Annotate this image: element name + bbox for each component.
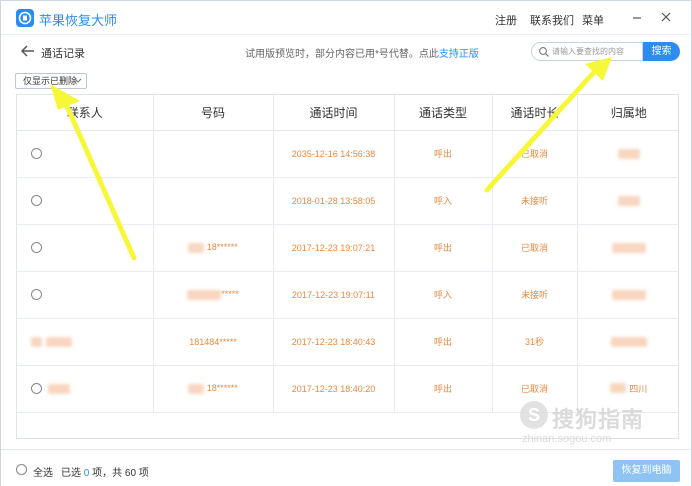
call-time-cell: 2035-12-16 14:56:38 bbox=[273, 130, 395, 178]
selected-suffix: 项，共 60 项 bbox=[89, 468, 149, 479]
close-icon[interactable] bbox=[658, 9, 674, 25]
app-window: 苹果恢复大师 注册 联系我们 菜单 通话记录 试用版预览时，部分内容已用*号代替… bbox=[0, 0, 692, 486]
number-cell: 18****** bbox=[153, 224, 274, 272]
select-all-label[interactable]: 全选 bbox=[33, 464, 53, 479]
table-row[interactable]: 18****** 2017-12-23 19:07:21 呼出 已取消 bbox=[17, 224, 678, 272]
row-select-radio-blurred[interactable] bbox=[31, 336, 42, 347]
call-duration-cell: 已取消 bbox=[492, 365, 578, 413]
location-blurred bbox=[617, 148, 640, 159]
app-title: 苹果恢复大师 bbox=[39, 13, 118, 28]
minimize-icon[interactable] bbox=[629, 9, 645, 25]
header-call-time[interactable]: 通话时间 bbox=[273, 95, 395, 131]
call-time-cell: 2017-12-23 19:07:21 bbox=[273, 224, 395, 272]
location-cell bbox=[577, 224, 678, 272]
header-call-duration[interactable]: 通话时长 bbox=[492, 95, 578, 131]
support-genuine-link[interactable]: 支持正版 bbox=[439, 49, 479, 60]
header-number[interactable]: 号码 bbox=[153, 95, 274, 131]
call-duration-cell: 未接听 bbox=[492, 177, 578, 225]
search-button[interactable]: 搜索 bbox=[643, 42, 680, 61]
call-type-cell: 呼出 bbox=[394, 130, 493, 178]
search-icon bbox=[538, 46, 550, 58]
call-type-cell: 呼入 bbox=[394, 177, 493, 225]
call-duration-cell: 已取消 bbox=[492, 130, 578, 178]
trial-notice: 试用版预览时，部分内容已用*号代替。点此支持正版 bbox=[245, 45, 479, 60]
location-cell: 四川 bbox=[577, 365, 678, 413]
location-blurred bbox=[617, 195, 640, 206]
call-duration-cell: 已取消 bbox=[492, 224, 578, 272]
search-input[interactable] bbox=[552, 45, 640, 58]
call-type-cell: 呼入 bbox=[394, 271, 493, 319]
location-blurred bbox=[610, 383, 627, 394]
row-select-radio[interactable] bbox=[31, 242, 42, 254]
number-masked: ***** bbox=[221, 289, 239, 300]
search-box bbox=[531, 42, 643, 61]
select-all-radio[interactable] bbox=[16, 464, 27, 475]
selection-count: 已选 0 项，共 60 项 bbox=[61, 464, 149, 479]
table-row[interactable]: 181484***** 2017-12-23 18:40:43 呼出 31秒 bbox=[17, 318, 678, 366]
call-time-cell: 2018-01-28 13:58:05 bbox=[273, 177, 395, 225]
location-cell bbox=[577, 177, 678, 225]
row-select-radio[interactable] bbox=[31, 383, 42, 395]
call-time-cell: 2017-12-23 18:40:20 bbox=[273, 365, 395, 413]
header-call-type[interactable]: 通话类型 bbox=[394, 95, 493, 131]
page-title: 通话记录 bbox=[41, 48, 85, 60]
contact-cell bbox=[17, 318, 154, 366]
number-masked: 18****** bbox=[206, 383, 238, 394]
table-row[interactable]: 2018-01-28 13:58:05 呼入 未接听 bbox=[17, 177, 678, 225]
register-link[interactable]: 注册 bbox=[495, 12, 517, 28]
location-text: 四川 bbox=[629, 383, 648, 394]
call-type-cell: 呼出 bbox=[394, 365, 493, 413]
location-cell bbox=[577, 130, 678, 178]
contact-name-blurred bbox=[48, 383, 70, 394]
call-type-cell: 呼出 bbox=[394, 224, 493, 272]
number-blurred bbox=[188, 242, 205, 253]
restore-to-computer-button[interactable]: 恢复到电脑 bbox=[613, 460, 680, 482]
call-log-table: 联系人 号码 通话时间 通话类型 通话时长 归属地 2035-12-16 14:… bbox=[16, 94, 679, 439]
call-duration-cell: 未接听 bbox=[492, 271, 578, 319]
number-cell bbox=[153, 177, 274, 225]
menu-link[interactable]: 菜单 bbox=[582, 12, 604, 28]
call-duration-cell: 31秒 bbox=[492, 318, 578, 366]
contact-cell bbox=[17, 130, 154, 178]
call-type-cell: 呼出 bbox=[394, 318, 493, 366]
table-row[interactable]: 2035-12-16 14:56:38 呼出 已取消 bbox=[17, 130, 678, 178]
title-bar: 苹果恢复大师 注册 联系我们 菜单 bbox=[1, 1, 691, 35]
row-select-radio[interactable] bbox=[31, 195, 42, 207]
header-location[interactable]: 归属地 bbox=[577, 95, 678, 131]
table-row[interactable]: 18****** 2017-12-23 18:40:20 呼出 已取消 四川 bbox=[17, 365, 678, 413]
contact-cell bbox=[17, 177, 154, 225]
app-logo-icon bbox=[16, 9, 34, 27]
header-contact[interactable]: 联系人 bbox=[17, 95, 154, 131]
location-cell bbox=[577, 318, 678, 366]
contact-cell bbox=[17, 365, 154, 413]
row-select-radio[interactable] bbox=[31, 148, 42, 160]
call-time-cell: 2017-12-23 19:07:11 bbox=[273, 271, 395, 319]
number-blurred bbox=[187, 289, 222, 300]
number-masked: 18****** bbox=[206, 242, 238, 253]
location-cell bbox=[577, 271, 678, 319]
filter-label: 仅显示已删除 bbox=[23, 76, 78, 86]
number-cell: 18****** bbox=[153, 365, 274, 413]
contact-cell bbox=[17, 224, 154, 272]
table-header-row: 联系人 号码 通话时间 通话类型 通话时长 归属地 bbox=[17, 95, 678, 131]
table-row[interactable]: ***** 2017-12-23 19:07:11 呼入 未接听 bbox=[17, 271, 678, 319]
back-arrow-icon[interactable] bbox=[19, 42, 37, 60]
contact-us-link[interactable]: 联系我们 bbox=[530, 12, 574, 28]
deleted-only-filter[interactable]: 仅显示已删除 bbox=[15, 73, 87, 89]
location-blurred bbox=[611, 289, 646, 300]
chevron-down-icon bbox=[74, 74, 82, 92]
location-blurred bbox=[611, 242, 646, 253]
location-blurred bbox=[610, 336, 647, 347]
row-select-radio[interactable] bbox=[31, 289, 42, 301]
contact-name-blurred bbox=[46, 336, 72, 347]
number-cell: ***** bbox=[153, 271, 274, 319]
call-time-cell: 2017-12-23 18:40:43 bbox=[273, 318, 395, 366]
number-blurred bbox=[188, 383, 205, 394]
selected-prefix: 已选 bbox=[61, 468, 84, 479]
trial-notice-text: 试用版预览时，部分内容已用*号代替。点此 bbox=[245, 49, 439, 60]
number-cell bbox=[153, 130, 274, 178]
footer-bar: 全选 已选 0 项，共 60 项 恢复到电脑 bbox=[1, 449, 691, 486]
number-cell: 181484***** bbox=[153, 318, 274, 366]
contact-cell bbox=[17, 271, 154, 319]
